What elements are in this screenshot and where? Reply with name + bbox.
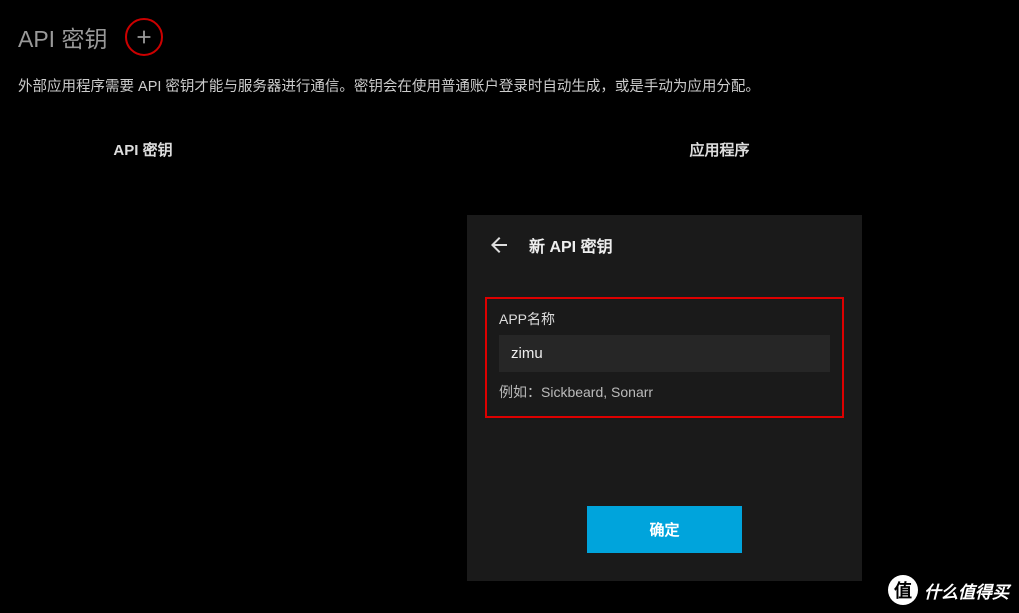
column-header-api-key: API 密钥	[18, 129, 268, 170]
app-name-input[interactable]	[499, 335, 830, 372]
app-name-label: APP名称	[499, 309, 830, 329]
confirm-button[interactable]: 确定	[587, 506, 741, 553]
app-name-hint: 例如：Sickbeard, Sonarr	[499, 382, 830, 402]
watermark-logo: 值	[888, 575, 918, 605]
page-description: 外部应用程序需要 API 密钥才能与服务器进行通信。密钥会在使用普通账户登录时自…	[0, 66, 1019, 129]
page-title: API 密钥	[18, 20, 107, 54]
app-name-group: APP名称 例如：Sickbeard, Sonarr	[485, 297, 844, 418]
column-header-application: 应用程序	[438, 129, 1001, 170]
back-button[interactable]	[487, 233, 511, 257]
new-api-key-dialog: 新 API 密钥 APP名称 例如：Sickbeard, Sonarr 确定	[467, 215, 862, 581]
plus-icon	[133, 26, 155, 48]
add-api-key-button[interactable]	[125, 18, 163, 56]
watermark-text: 什么值得买	[924, 578, 1009, 603]
arrow-left-icon	[487, 233, 511, 257]
dialog-title: 新 API 密钥	[529, 233, 613, 257]
watermark: 值 什么值得买	[888, 575, 1009, 605]
